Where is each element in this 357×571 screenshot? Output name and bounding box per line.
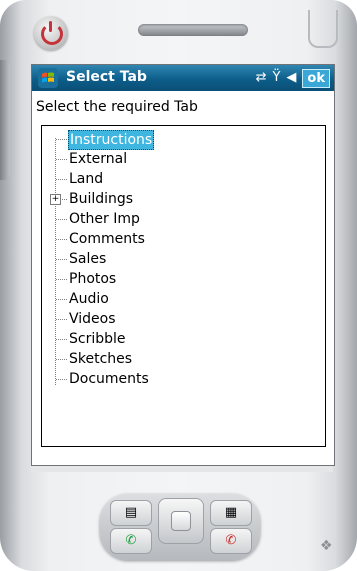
- tree-connector: [56, 139, 67, 140]
- expand-icon[interactable]: +: [50, 194, 61, 205]
- screen: Select Tab ⇄ Ÿ ◀ ok Select the required …: [31, 64, 335, 466]
- tree-item-instructions[interactable]: Instructions: [42, 129, 282, 150]
- side-button[interactable]: [0, 60, 10, 180]
- tree-connector: [56, 179, 67, 180]
- tree-item-external[interactable]: External: [42, 149, 282, 169]
- tree-item-videos[interactable]: Videos: [42, 309, 282, 329]
- signal-off-icon[interactable]: Ÿ: [272, 68, 280, 88]
- prompt-label: Select the required Tab: [36, 99, 198, 115]
- tree-connector: [56, 219, 67, 220]
- tree-item-label: Scribble: [69, 331, 126, 347]
- tree-item-documents[interactable]: Documents: [42, 369, 282, 389]
- ok-button[interactable]: ok: [302, 68, 330, 88]
- tree-item-label: Comments: [69, 231, 145, 247]
- speaker-grille: [138, 24, 248, 36]
- windows-logo-icon: ❖: [320, 538, 333, 554]
- hardware-keypad: ▤ ▦ ✆ ✆: [100, 494, 260, 560]
- tree-connector: [56, 339, 67, 340]
- tree-connector: [56, 359, 67, 360]
- tree-item-label: Photos: [69, 271, 117, 287]
- tree-connector: [56, 239, 67, 240]
- tree-item-comments[interactable]: Comments: [42, 229, 282, 249]
- tree-item-label: Land: [69, 171, 104, 187]
- power-button[interactable]: [34, 16, 68, 50]
- tree-item-sales[interactable]: Sales: [42, 249, 282, 269]
- pda-device: Select Tab ⇄ Ÿ ◀ ok Select the required …: [0, 0, 357, 571]
- window-title: Select Tab: [66, 69, 147, 85]
- right-soft-key[interactable]: ▦: [210, 500, 252, 526]
- sync-icon[interactable]: ⇄: [256, 68, 267, 88]
- tree-connector: [56, 159, 67, 160]
- tree-connector: [56, 259, 67, 260]
- tree-item-label: Videos: [69, 311, 116, 327]
- tree-item-buildings[interactable]: + Buildings: [42, 189, 282, 209]
- tree-item-label: External: [69, 151, 128, 167]
- screen-bottom-strip: [31, 466, 333, 472]
- tree-item-sketches[interactable]: Sketches: [42, 349, 282, 369]
- tab-tree: Instructions External Land + Buildings O…: [41, 125, 326, 447]
- tree-connector: [56, 279, 67, 280]
- tree-item-scribble[interactable]: Scribble: [42, 329, 282, 349]
- windows-start-icon[interactable]: [37, 67, 59, 89]
- status-area: ⇄ Ÿ ◀ ok: [256, 68, 330, 88]
- directional-pad[interactable]: [158, 498, 204, 544]
- tree-item-label: Other Imp: [69, 211, 140, 227]
- title-bar: Select Tab ⇄ Ÿ ◀ ok: [32, 65, 334, 91]
- tree-item-label: Documents: [69, 371, 149, 387]
- tree-item-label: Audio: [69, 291, 109, 307]
- tree-item-audio[interactable]: Audio: [42, 289, 282, 309]
- left-soft-key[interactable]: ▤: [110, 500, 152, 526]
- dpad-center-button[interactable]: [171, 511, 191, 531]
- tree-item-label: Instructions: [68, 130, 155, 150]
- tree-connector: [56, 299, 67, 300]
- tree-item-label: Sketches: [69, 351, 133, 367]
- power-icon-bar: [49, 21, 52, 32]
- tree-item-land[interactable]: Land: [42, 169, 282, 189]
- tree-item-photos[interactable]: Photos: [42, 269, 282, 289]
- power-icon: [41, 23, 63, 45]
- tree-item-other-imp[interactable]: Other Imp: [42, 209, 282, 229]
- call-button[interactable]: ✆: [110, 528, 152, 554]
- volume-icon[interactable]: ◀: [286, 68, 296, 88]
- tree-connector: [56, 319, 67, 320]
- tree-item-label: Buildings: [69, 191, 134, 207]
- stylus-slot: [308, 10, 338, 48]
- tree-connector: [56, 379, 67, 380]
- top-bezel: [18, 10, 338, 56]
- tree-item-label: Sales: [69, 251, 107, 267]
- end-call-button[interactable]: ✆: [210, 528, 252, 554]
